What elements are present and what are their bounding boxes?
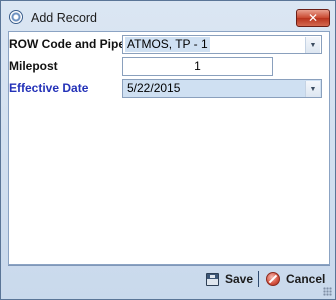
cancel-button[interactable]: Cancel (266, 270, 325, 288)
effective-date-label: Effective Date (9, 81, 89, 95)
milepost-value: 1 (194, 59, 201, 73)
milepost-label: Milepost (9, 59, 58, 73)
floppy-disk-icon (206, 272, 219, 286)
save-button[interactable]: Save (206, 270, 253, 288)
form-panel: ROW Code and Pipe ATMOS, TP - 1 ▼ Milepo… (8, 31, 330, 265)
cancel-icon (266, 272, 280, 286)
title-bar[interactable]: Add Record ✕ (1, 1, 335, 31)
resize-grip[interactable] (323, 287, 332, 296)
close-button[interactable]: ✕ (296, 9, 330, 27)
milepost-input[interactable]: 1 (122, 57, 273, 76)
save-label: Save (225, 272, 254, 286)
chevron-down-icon[interactable]: ▼ (305, 37, 320, 53)
window-title: Add Record (31, 11, 98, 25)
row-code-label: ROW Code and Pipe (9, 37, 126, 51)
add-record-dialog: Add Record ✕ ROW Code and Pipe ATMOS, TP… (0, 0, 336, 300)
effective-date-value: 5/22/2015 (125, 81, 183, 96)
footer-separator (258, 271, 259, 287)
effective-date-picker[interactable]: 5/22/2015 ▼ (122, 79, 322, 98)
row-code-value: ATMOS, TP - 1 (125, 37, 210, 52)
cancel-label: Cancel (286, 272, 326, 286)
chevron-down-icon[interactable]: ▼ (305, 81, 320, 97)
footer-divider (8, 265, 330, 266)
target-icon (9, 10, 23, 24)
close-icon: ✕ (307, 11, 319, 25)
row-code-dropdown[interactable]: ATMOS, TP - 1 ▼ (122, 35, 322, 54)
dialog-footer: Save Cancel (1, 267, 335, 291)
